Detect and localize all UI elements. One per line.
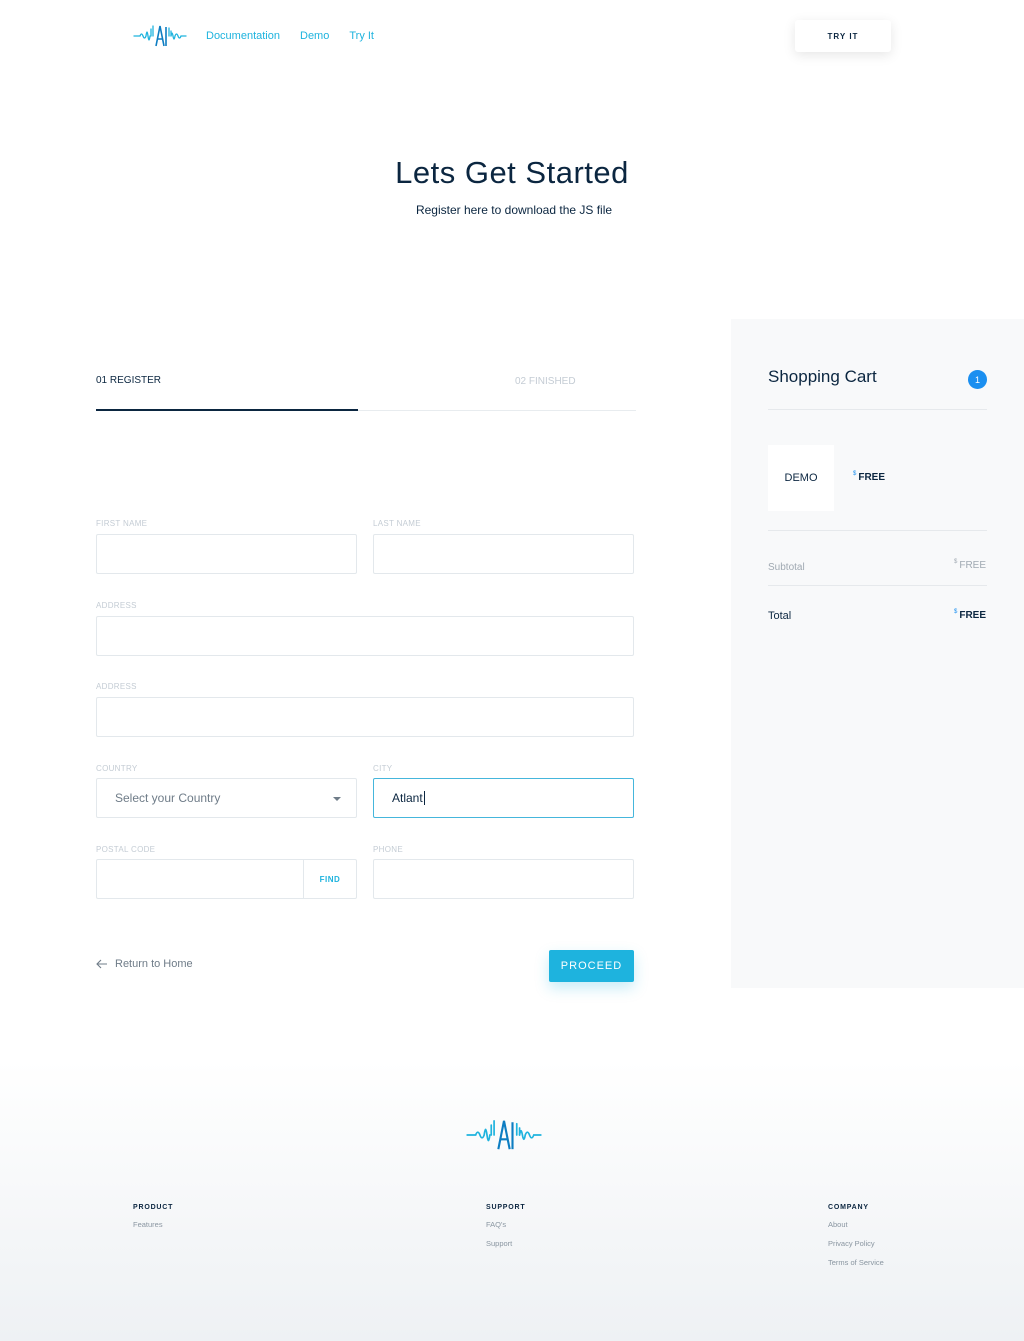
cart-divider [768, 585, 987, 586]
total-value-text: FREE [959, 610, 987, 621]
cart-divider [768, 530, 987, 531]
proceed-button[interactable]: PROCEED [549, 950, 634, 982]
city-field[interactable]: Atlant [373, 778, 634, 818]
last-name-field[interactable] [373, 534, 634, 574]
footer-heading-support: SUPPORT [486, 1204, 526, 1211]
postal-code-label: POSTAL CODE [96, 845, 156, 854]
try-it-button[interactable]: TRY IT [795, 20, 891, 52]
footer-link-privacy[interactable]: Privacy Policy [828, 1239, 884, 1248]
chevron-down-icon [333, 797, 341, 801]
step-progress-indicator [96, 409, 358, 411]
logo-icon[interactable] [133, 24, 187, 48]
footer-column-support: SUPPORT FAQ's Support [486, 1204, 525, 1258]
cart-title: Shopping Cart [768, 367, 877, 386]
currency-symbol: $ [954, 609, 958, 615]
page-subtitle: Register here to download the JS file [415, 203, 613, 217]
address2-label: ADDRESS [96, 682, 137, 691]
phone-label: PHONE [373, 845, 403, 854]
page-title: Lets Get Started [395, 155, 629, 190]
cart-item-price: $ FREE [853, 471, 886, 483]
footer-link-terms[interactable]: Terms of Service [828, 1258, 884, 1267]
footer-logo-icon[interactable] [465, 1118, 543, 1152]
footer-heading-product: PRODUCT [133, 1204, 174, 1211]
country-label: COUNTRY [96, 764, 138, 773]
footer-heading-company: COMPANY [828, 1204, 869, 1211]
footer-link-features[interactable]: Features [133, 1220, 173, 1229]
text-cursor [423, 791, 425, 805]
return-home-label: Return to Home [115, 958, 193, 970]
footer-column-company: COMPANY About Privacy Policy Terms of Se… [828, 1204, 884, 1277]
first-name-label: FIRST NAME [96, 519, 148, 528]
find-button[interactable]: FIND [303, 860, 356, 898]
country-select-value: Select your Country [115, 791, 221, 805]
arrow-left-icon [96, 959, 107, 969]
step-register[interactable]: 01 REGISTER [96, 375, 161, 386]
nav-documentation[interactable]: Documentation [206, 30, 280, 42]
city-field-value: Atlant [392, 791, 423, 805]
phone-field[interactable] [373, 859, 634, 899]
return-home-link[interactable]: Return to Home [96, 958, 193, 970]
total-label: Total [768, 610, 792, 622]
main-nav: Documentation Demo Try It [206, 30, 374, 42]
postal-code-field[interactable]: FIND [96, 859, 357, 899]
subtotal-label: Subtotal [768, 562, 805, 573]
address-label: ADDRESS [96, 601, 137, 610]
footer-link-support[interactable]: Support [486, 1239, 525, 1248]
country-select[interactable]: Select your Country [96, 778, 357, 818]
first-name-field[interactable] [96, 534, 357, 574]
city-label: CITY [373, 764, 393, 773]
currency-symbol: $ [853, 471, 857, 477]
nav-demo[interactable]: Demo [300, 30, 329, 42]
site-footer: PRODUCT Features SUPPORT FAQ's Support C… [0, 1060, 1024, 1341]
subtotal-value-text: FREE [959, 560, 987, 571]
step-finished[interactable]: 02 FINISHED [515, 376, 576, 387]
nav-try-it[interactable]: Try It [349, 30, 374, 42]
address2-field[interactable] [96, 697, 634, 737]
total-value: $ FREE [954, 609, 987, 621]
address-field[interactable] [96, 616, 634, 656]
currency-symbol: $ [954, 559, 958, 565]
cart-divider [768, 409, 987, 410]
footer-link-faqs[interactable]: FAQ's [486, 1220, 525, 1229]
footer-link-about[interactable]: About [828, 1220, 884, 1229]
cart-count-badge: 1 [968, 370, 987, 389]
shopping-cart-panel: Shopping Cart 1 DEMO $ FREE Subtotal $ FRE… [731, 319, 1024, 988]
subtotal-value: $ FREE [954, 559, 987, 571]
cart-item-thumbnail: DEMO [768, 445, 834, 511]
site-header: Documentation Demo Try It TRY IT [0, 0, 1024, 72]
footer-column-product: PRODUCT Features [133, 1204, 173, 1239]
last-name-label: LAST NAME [373, 519, 421, 528]
cart-item-price-value: FREE [858, 472, 886, 483]
